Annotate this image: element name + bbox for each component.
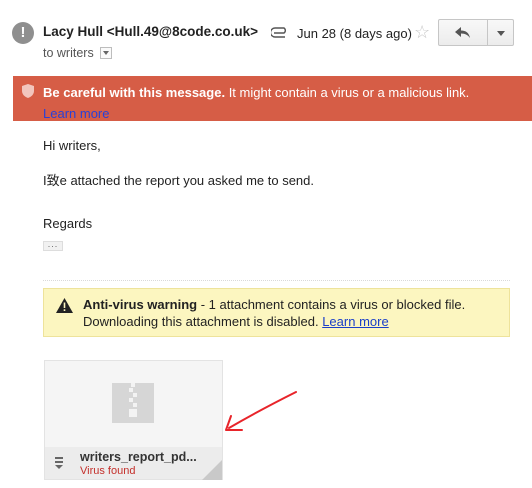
danger-banner-bold: Be careful with this message. xyxy=(43,85,226,100)
warning-icon xyxy=(56,298,73,313)
antivirus-warning-text: Anti-virus warning - 1 attachment contai… xyxy=(83,296,465,330)
antivirus-title: Anti-virus warning xyxy=(83,297,198,312)
antivirus-line1: - 1 attachment contains a virus or block… xyxy=(197,297,466,312)
reply-button[interactable] xyxy=(439,20,488,45)
divider xyxy=(43,280,510,281)
greeting-text: Hi writers, xyxy=(43,138,101,153)
sender-name[interactable]: Lacy Hull <Hull.49@8code.co.uk> xyxy=(43,24,258,39)
virus-found-status: Virus found xyxy=(80,465,136,477)
danger-banner-message: It might contain a virus or a malicious … xyxy=(225,85,470,100)
attachment-filename[interactable]: writers_report_pd... xyxy=(80,450,197,464)
show-details-dropdown-icon[interactable] xyxy=(99,46,112,59)
zip-file-icon xyxy=(112,383,154,423)
reply-button-group xyxy=(438,19,514,46)
message-line: I致e attached the report you asked me to … xyxy=(43,173,314,188)
shield-icon xyxy=(22,84,34,98)
antivirus-line2: Downloading this attachment is disabled. xyxy=(83,314,323,329)
antivirus-learn-more-link[interactable]: Learn more xyxy=(322,314,388,329)
message-date: Jun 28 (8 days ago) xyxy=(297,26,412,41)
paperclip-icon xyxy=(271,27,286,38)
show-trimmed-content-button[interactable]: ... xyxy=(43,240,63,251)
recipient-line: to writers xyxy=(43,46,112,60)
sender-avatar: ! xyxy=(12,22,34,44)
recipient-text: to writers xyxy=(43,46,94,60)
reply-icon xyxy=(455,27,470,38)
danger-learn-more-link[interactable]: Learn more xyxy=(43,106,110,121)
corner-fold xyxy=(202,460,222,480)
closing-text: Regards xyxy=(43,216,93,231)
danger-banner-text: Be careful with this message. It might c… xyxy=(43,82,483,124)
annotation-arrow-icon xyxy=(225,391,297,431)
archive-file-icon xyxy=(55,457,63,469)
more-actions-button[interactable] xyxy=(488,20,514,45)
star-icon[interactable]: ☆ xyxy=(414,22,430,43)
